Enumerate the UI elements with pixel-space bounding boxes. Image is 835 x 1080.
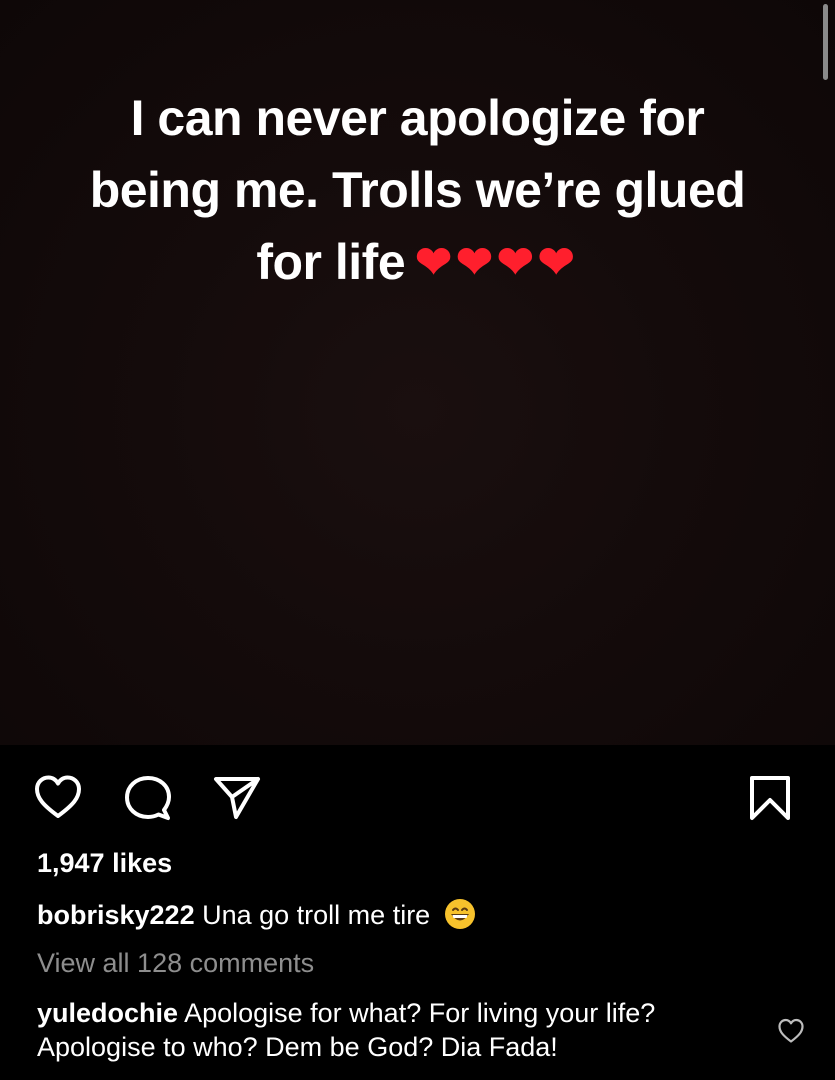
grinning-face-emoji-icon bbox=[444, 898, 476, 930]
post-caption: bobrisky222 Una go troll me tire bbox=[37, 898, 476, 931]
scrollbar[interactable] bbox=[823, 4, 828, 80]
view-all-comments-link[interactable]: View all 128 comments bbox=[37, 948, 314, 979]
comment-username[interactable]: yuledochie bbox=[37, 998, 178, 1028]
post-image[interactable]: I can never apologize for being me. Trol… bbox=[0, 0, 835, 745]
post-action-bar bbox=[0, 745, 835, 845]
post-image-text: I can never apologize for being me. Trol… bbox=[60, 82, 775, 299]
top-comment: yuledochie Apologise for what? For livin… bbox=[37, 996, 757, 1064]
caption-text: Una go troll me tire bbox=[202, 900, 431, 930]
comment-like-heart-icon[interactable] bbox=[777, 1017, 805, 1045]
bookmark-icon[interactable] bbox=[745, 773, 795, 823]
likes-count[interactable]: 1,947 likes bbox=[37, 848, 172, 879]
heart-outline-icon[interactable] bbox=[33, 773, 83, 823]
paper-plane-icon[interactable] bbox=[212, 773, 262, 823]
caption-username[interactable]: bobrisky222 bbox=[37, 900, 195, 930]
red-hearts-emoji: ❤❤❤❤ bbox=[415, 238, 579, 287]
comment-bubble-icon[interactable] bbox=[123, 773, 173, 823]
instagram-post-screen: I can never apologize for being me. Trol… bbox=[0, 0, 835, 1080]
